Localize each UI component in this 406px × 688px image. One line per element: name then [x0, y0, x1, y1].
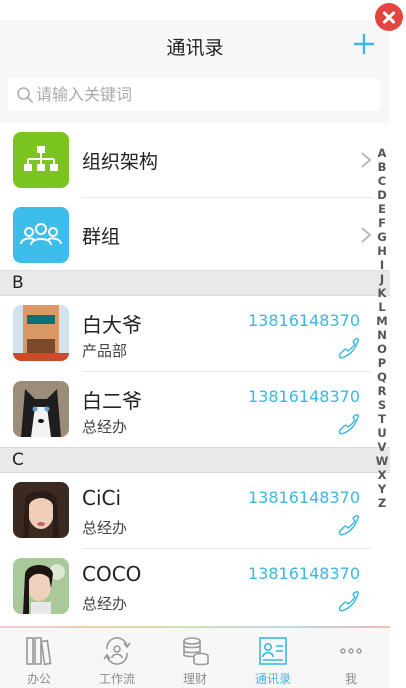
contact-department: 总经办 — [82, 519, 128, 537]
contact-row[interactable]: CiCi 总经办 13816148370 — [0, 473, 390, 548]
contact-name: COCO — [82, 562, 142, 586]
group-icon — [13, 207, 69, 263]
contact-name: CiCi — [82, 486, 122, 510]
tab-label: 工作流 — [98, 672, 135, 686]
tab-finance[interactable]: 理财 — [156, 628, 234, 688]
contact-row[interactable]: 白二爷 总经办 13816148370 — [0, 372, 390, 447]
groups-label: 群组 — [82, 226, 121, 248]
phone-call-icon[interactable] — [336, 514, 360, 538]
contact-phone[interactable]: 13816148370 — [248, 311, 360, 330]
tab-contacts[interactable]: 通讯录 — [234, 628, 312, 688]
add-plus-icon[interactable] — [352, 32, 376, 56]
alphabet-index-letter[interactable]: P — [374, 356, 390, 370]
alphabet-index-letter[interactable]: Y — [374, 482, 390, 496]
phone-call-icon[interactable] — [336, 590, 360, 614]
chevron-right-icon — [361, 227, 372, 243]
alphabet-index-letter[interactable]: Q — [374, 370, 390, 384]
alphabet-index-letter[interactable]: E — [374, 202, 390, 216]
contact-phone[interactable]: 13816148370 — [248, 564, 360, 583]
alphabet-index-letter[interactable]: F — [374, 216, 390, 230]
page-title: 通讯录 — [166, 37, 224, 59]
alphabet-index-letter[interactable]: M — [374, 314, 390, 328]
alphabet-index-letter[interactable]: T — [374, 412, 390, 426]
bottom-tab-bar: 办公 工作流 理财 通讯录 我 — [0, 626, 390, 688]
contact-name: 白二爷 — [82, 389, 142, 413]
tab-label: 通讯录 — [254, 672, 291, 686]
alphabet-index-letter[interactable]: U — [374, 426, 390, 440]
alphabet-index-letter[interactable]: G — [374, 230, 390, 244]
header: 通讯录 — [0, 20, 390, 72]
groups-row[interactable]: 群组 — [0, 198, 390, 272]
contact-row[interactable]: 白大爷 产品部 13816148370 — [0, 296, 390, 371]
alphabet-index-letter[interactable]: B — [374, 160, 390, 174]
alphabet-index-letter[interactable]: N — [374, 328, 390, 342]
section-letter: C — [12, 450, 24, 470]
avatar — [13, 558, 69, 614]
alphabet-index-letter[interactable]: W — [374, 454, 390, 468]
alphabet-index-letter[interactable]: L — [374, 300, 390, 314]
section-header-c: C — [0, 447, 390, 473]
coins-icon — [183, 637, 209, 666]
tab-label: 办公 — [26, 672, 51, 686]
search-bar[interactable] — [8, 78, 380, 111]
contact-phone[interactable]: 13816148370 — [248, 387, 360, 406]
chevron-right-icon — [361, 152, 372, 168]
alphabet-index-letter[interactable]: O — [374, 342, 390, 356]
avatar — [13, 482, 69, 538]
contact-phone[interactable]: 13816148370 — [248, 488, 360, 507]
contact-department: 总经办 — [82, 418, 128, 436]
contact-department: 产品部 — [82, 342, 128, 360]
contacts-app: 通讯录 请输入关键词 组织架构 群组 B 白大爷 产品部 13816148370… — [0, 20, 390, 688]
contacts-list: 组织架构 群组 B 白大爷 产品部 13816148370 白二爷 总经办 13… — [0, 123, 390, 626]
workflow-icon — [103, 637, 131, 665]
alphabet-index-letter[interactable]: A — [374, 146, 390, 160]
section-letter: B — [12, 273, 24, 293]
section-header-b: B — [0, 270, 390, 296]
org-chart-icon — [13, 132, 69, 188]
alphabet-index-letter[interactable]: S — [374, 398, 390, 412]
contact-department: 总经办 — [82, 595, 128, 613]
search-input[interactable] — [36, 78, 366, 111]
org-structure-label: 组织架构 — [82, 151, 159, 173]
alphabet-index-letter[interactable]: R — [374, 384, 390, 398]
alphabet-index-letter[interactable]: H — [374, 244, 390, 258]
alphabet-index-letter[interactable]: J — [374, 272, 390, 286]
tab-label: 我 — [344, 672, 357, 686]
close-button[interactable] — [375, 3, 403, 31]
search-icon — [17, 87, 33, 103]
tab-me[interactable]: 我 — [312, 628, 390, 688]
alphabet-index-letter[interactable]: X — [374, 468, 390, 482]
tab-workflow[interactable]: 工作流 — [78, 628, 156, 688]
alphabet-index-letter[interactable]: Z — [374, 496, 390, 510]
alphabet-index[interactable]: ABCDEFGHIJKLMNOPQRSTUVWXYZ — [374, 146, 390, 510]
contact-row[interactable]: COCO 总经办 13816148370 — [0, 549, 390, 624]
phone-call-icon[interactable] — [336, 337, 360, 361]
phone-call-icon[interactable] — [336, 413, 360, 437]
contacts-card-icon — [259, 637, 287, 665]
tab-office[interactable]: 办公 — [0, 628, 78, 688]
avatar — [13, 381, 69, 437]
books-icon — [26, 637, 52, 666]
alphabet-index-letter[interactable]: D — [374, 188, 390, 202]
org-structure-row[interactable]: 组织架构 — [0, 123, 390, 197]
more-dots-icon — [340, 648, 362, 654]
alphabet-index-letter[interactable]: K — [374, 286, 390, 300]
alphabet-index-letter[interactable]: V — [374, 440, 390, 454]
avatar — [13, 305, 69, 361]
alphabet-index-letter[interactable]: I — [374, 258, 390, 272]
contact-name: 白大爷 — [82, 313, 142, 337]
alphabet-index-letter[interactable]: C — [374, 174, 390, 188]
tab-label: 理财 — [182, 672, 207, 686]
